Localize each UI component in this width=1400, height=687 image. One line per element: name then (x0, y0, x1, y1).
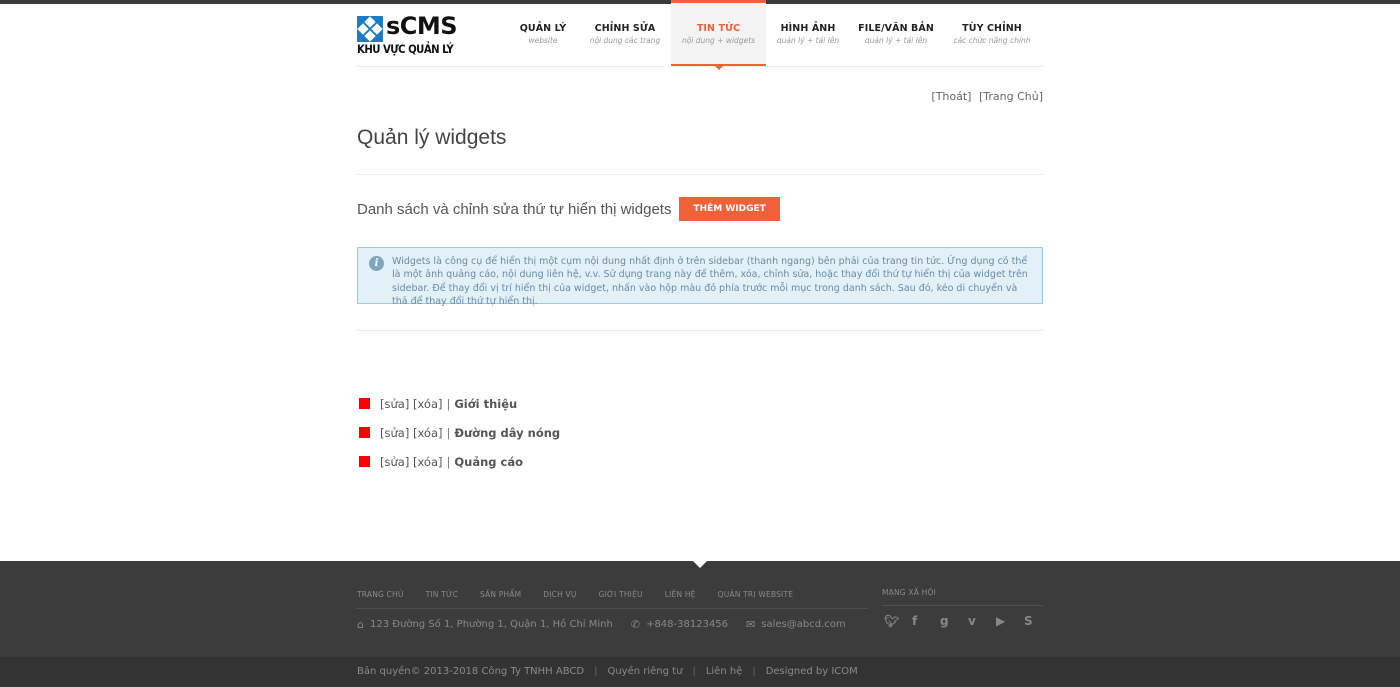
footer-divider (357, 608, 868, 609)
nav-title: TÙY CHỈNH (962, 23, 1022, 34)
delete-link[interactable]: [xóa] (413, 397, 443, 411)
email[interactable]: sales@abcd.com (761, 619, 845, 630)
separator: | (692, 666, 696, 677)
youtube-icon[interactable]: ▶ (996, 614, 1024, 628)
social-divider (882, 605, 1043, 606)
separator: | (752, 666, 756, 677)
edit-link[interactable]: [sửa] (380, 455, 409, 469)
copyright-bar: Bản quyền© 2013-2018 Công Ty TNHH ABCD |… (0, 657, 1400, 687)
separator: | (446, 425, 451, 440)
footer: TRANG CHỦ TIN TỨC SẢN PHẨM DỊCH VỤ GIỚI … (0, 561, 1400, 657)
mail-icon: ✉ (746, 618, 756, 631)
add-widget-button[interactable]: THÊM WIDGET (679, 197, 780, 221)
footer-link-trang-chu[interactable]: TRANG CHỦ (357, 590, 404, 599)
nav-subtitle: nội dung + widgets (681, 36, 756, 45)
copyright-content: Bản quyền© 2013-2018 Công Ty TNHH ABCD |… (357, 666, 858, 677)
contact-link[interactable]: Liên hệ (706, 666, 743, 677)
nav-title: CHỈNH SỬA (594, 23, 656, 34)
separator: | (446, 454, 451, 469)
nav-chinh-sua[interactable]: CHỈNH SỬA nội dung các trang (579, 0, 671, 66)
twitter-icon[interactable]: 🐦︎ (884, 614, 912, 628)
divider (357, 174, 1043, 175)
nav-title: QUẢN LÝ (519, 23, 567, 34)
designer-link[interactable]: Designed by ICOM (766, 666, 858, 677)
separator: | (446, 396, 451, 411)
footer-link-tin-tuc[interactable]: TIN TỨC (426, 590, 458, 599)
logo-mark-icon (357, 16, 383, 42)
header: sCMS KHU VỰC QUẢN LÝ QUẢN LÝ website CHỈ… (357, 0, 1043, 67)
social-icons: 🐦︎ f g v ▶ S (884, 614, 1052, 628)
footer-link-san-pham[interactable]: SẢN PHẨM (480, 590, 521, 599)
drag-handle[interactable] (359, 427, 370, 438)
nav-title: TIN TỨC (696, 23, 741, 34)
edit-link[interactable]: [sửa] (380, 426, 409, 440)
footer-notch (693, 561, 707, 568)
home-link[interactable]: [Trang Chủ] (979, 90, 1043, 103)
widget-name: Đường dây nóng (454, 425, 561, 440)
edit-link[interactable]: [sửa] (380, 397, 409, 411)
social-title: MẠNG XÃ HỘI (882, 588, 937, 597)
footer-contact: ⌂ 123 Đường Số 1, Phường 1, Quận 1, Hồ Ch… (357, 618, 864, 631)
home-icon: ⌂ (357, 618, 364, 631)
facebook-icon[interactable]: f (912, 614, 940, 628)
nav-hinh-anh[interactable]: HÌNH ẢNH quản lý + tải lên (766, 0, 850, 66)
top-links: [Thoát] [Trang Chủ] (357, 90, 1043, 106)
delete-link[interactable]: [xóa] (413, 455, 443, 469)
logo-brand: sCMS (386, 12, 458, 40)
footer-nav: TRANG CHỦ TIN TỨC SẢN PHẨM DỊCH VỤ GIỚI … (357, 590, 815, 599)
nav-subtitle: quản lý + tải lên (864, 36, 928, 45)
nav-subtitle: nội dung các trang (589, 36, 661, 45)
list-item: [sửa] [xóa] | Quảng cáo (357, 447, 1043, 476)
google-plus-icon[interactable]: g (940, 614, 968, 628)
info-box: i Widgets là công cụ để hiển thị một cụm… (357, 247, 1043, 307)
widget-name: Quảng cáo (454, 454, 523, 469)
section-header: Danh sách và chỉnh sửa thứ tự hiển thị w… (357, 197, 1043, 221)
nav-subtitle: website (528, 36, 558, 45)
logout-link[interactable]: [Thoát] (931, 90, 971, 103)
vimeo-icon[interactable]: v (968, 614, 996, 628)
list-item: [sửa] [xóa] | Đường dây nóng (357, 418, 1043, 447)
section-title: Danh sách và chỉnh sửa thứ tự hiển thị w… (357, 200, 672, 218)
phone-icon: ✆ (630, 618, 641, 631)
separator: | (594, 666, 598, 677)
nav-title: FILE/VĂN BẢN (858, 23, 934, 34)
nav-subtitle: quản lý + tải lên (776, 36, 840, 45)
widget-list: [sửa] [xóa] | Giới thiệu [sửa] [xóa] | Đ… (357, 389, 1043, 476)
widget-name: Giới thiệu (454, 396, 518, 411)
footer-link-lien-he[interactable]: LIÊN HỆ (665, 590, 696, 599)
phone: +848-38123456 (646, 619, 729, 630)
address: 123 Đường Số 1, Phường 1, Quận 1, Hồ Chí… (369, 619, 613, 630)
footer-link-dich-vu[interactable]: DỊCH VỤ (543, 590, 576, 599)
main-nav: QUẢN LÝ website CHỈNH SỬA nội dung các t… (507, 0, 1042, 66)
divider (357, 330, 1043, 331)
page-title: Quản lý widgets (357, 126, 507, 149)
logo-subtitle: KHU VỰC QUẢN LÝ (357, 42, 454, 56)
footer-link-quan-tri[interactable]: QUẢN TRỊ WEBSITE (718, 590, 794, 599)
nav-subtitle: các chức năng chính (953, 36, 1031, 45)
info-icon: i (369, 256, 384, 271)
logo[interactable]: sCMS KHU VỰC QUẢN LÝ (357, 12, 458, 58)
privacy-link[interactable]: Quyền riêng tư (607, 666, 682, 677)
nav-title: HÌNH ẢNH (780, 23, 836, 34)
info-text: Widgets là công cụ để hiển thị một cụm n… (392, 256, 1028, 307)
nav-tin-tuc[interactable]: TIN TỨC nội dung + widgets (671, 0, 766, 66)
skype-icon[interactable]: S (1024, 614, 1052, 628)
drag-handle[interactable] (359, 398, 370, 409)
list-item: [sửa] [xóa] | Giới thiệu (357, 389, 1043, 418)
nav-quan-ly[interactable]: QUẢN LÝ website (507, 0, 579, 66)
footer-link-gioi-thieu[interactable]: GIỚI THIỆU (599, 590, 643, 599)
delete-link[interactable]: [xóa] (413, 426, 443, 440)
nav-tuy-chinh[interactable]: TÙY CHỈNH các chức năng chính (942, 0, 1042, 66)
main-container: sCMS KHU VỰC QUẢN LÝ QUẢN LÝ website CHỈ… (357, 0, 1043, 476)
nav-file-van-ban[interactable]: FILE/VĂN BẢN quản lý + tải lên (850, 0, 942, 66)
drag-handle[interactable] (359, 456, 370, 467)
copyright-text: Bản quyền© 2013-2018 Công Ty TNHH ABCD (357, 666, 585, 677)
